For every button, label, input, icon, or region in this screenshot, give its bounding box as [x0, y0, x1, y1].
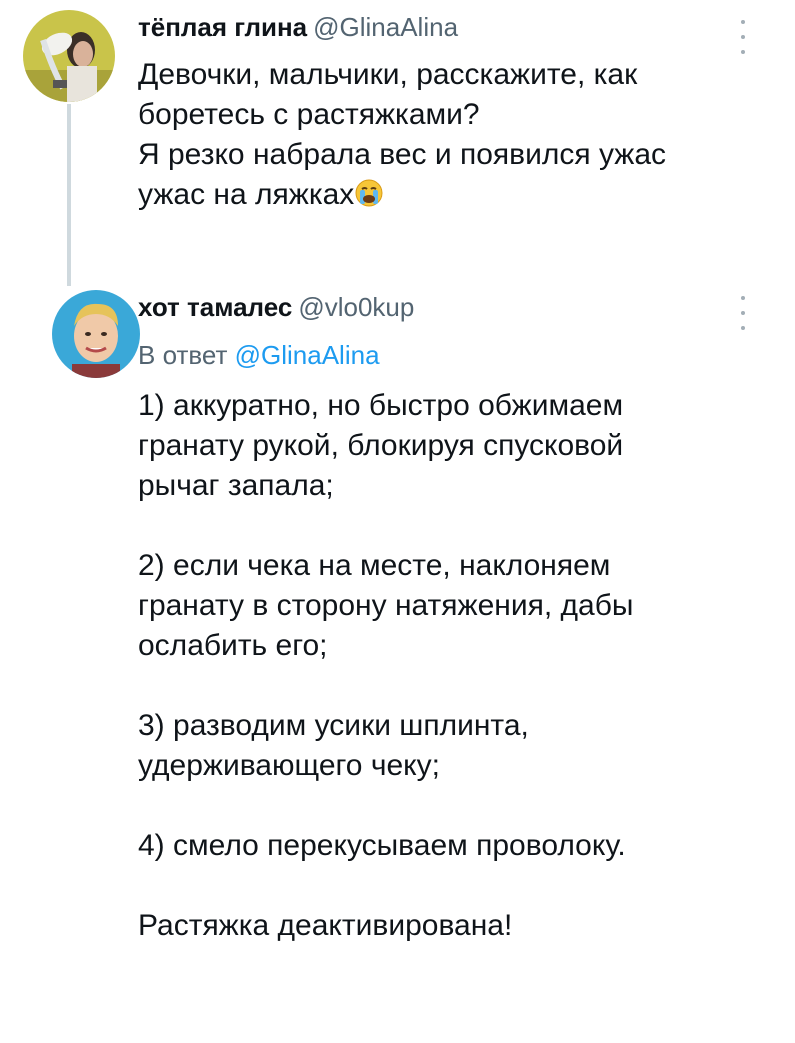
text-line: удерживающего чеку;	[138, 749, 440, 782]
text-line: 4) смело перекусываем проволоку.	[138, 829, 626, 862]
more-options-icon[interactable]	[738, 20, 748, 54]
avatar-image	[52, 290, 140, 378]
thread-line	[67, 104, 71, 286]
text-line: Девочки, мальчики, расскажите, как	[138, 58, 638, 91]
reply-to-link[interactable]: @GlinaAlina	[235, 340, 380, 370]
text-line: 2) если чека на месте, наклоняем	[138, 549, 611, 582]
tweet-header: хот тамалес @vlo0kup	[138, 292, 414, 322]
text-line: гранату в сторону натяжения, дабы	[138, 589, 634, 622]
more-options-icon[interactable]	[738, 296, 748, 330]
text-line: ослабить его;	[138, 629, 328, 662]
text-line: гранату рукой, блокируя спусковой	[138, 429, 624, 462]
paragraph: Растяжка деактивирована!	[138, 906, 748, 946]
paragraph: 3) разводим усики шплинта, удерживающего…	[138, 706, 748, 786]
author-name[interactable]: тёплая глина	[138, 12, 307, 42]
author-handle[interactable]: @GlinaAlina	[313, 12, 458, 42]
text-line: Растяжка деактивирована!	[138, 909, 513, 942]
text-line: рычаг запала;	[138, 469, 334, 502]
paragraph: 1) аккуратно, но быстро обжимаем гранату…	[138, 386, 748, 506]
author-name[interactable]: хот тамалес	[138, 292, 292, 322]
avatar[interactable]	[52, 290, 140, 378]
text-line-content: ужас на ляжках	[138, 178, 355, 211]
text-line: Я резко набрала вес и появился ужас	[138, 138, 667, 171]
author-handle[interactable]: @vlo0kup	[298, 292, 414, 322]
tweet-text: 1) аккуратно, но быстро обжимаем гранату…	[138, 386, 748, 986]
text-line: боретесь с растяжками?	[138, 98, 480, 131]
text-line: 1) аккуратно, но быстро обжимаем	[138, 389, 624, 422]
avatar-image	[23, 10, 115, 102]
text-line-last: ужас на ляжках	[138, 175, 748, 219]
crying-face-icon	[354, 178, 384, 219]
text-line: 3) разводим усики шплинта,	[138, 709, 529, 742]
tweet-text: Девочки, мальчики, расскажите, как борет…	[138, 55, 748, 219]
reply-context: В ответ @GlinaAlina	[138, 340, 380, 370]
avatar[interactable]	[23, 10, 115, 102]
tweet-header: тёплая глина @GlinaAlina	[138, 12, 458, 42]
paragraph: 2) если чека на месте, наклоняем гранату…	[138, 546, 748, 666]
paragraph: 4) смело перекусываем проволоку.	[138, 826, 748, 866]
reply-prefix: В ответ	[138, 340, 228, 370]
